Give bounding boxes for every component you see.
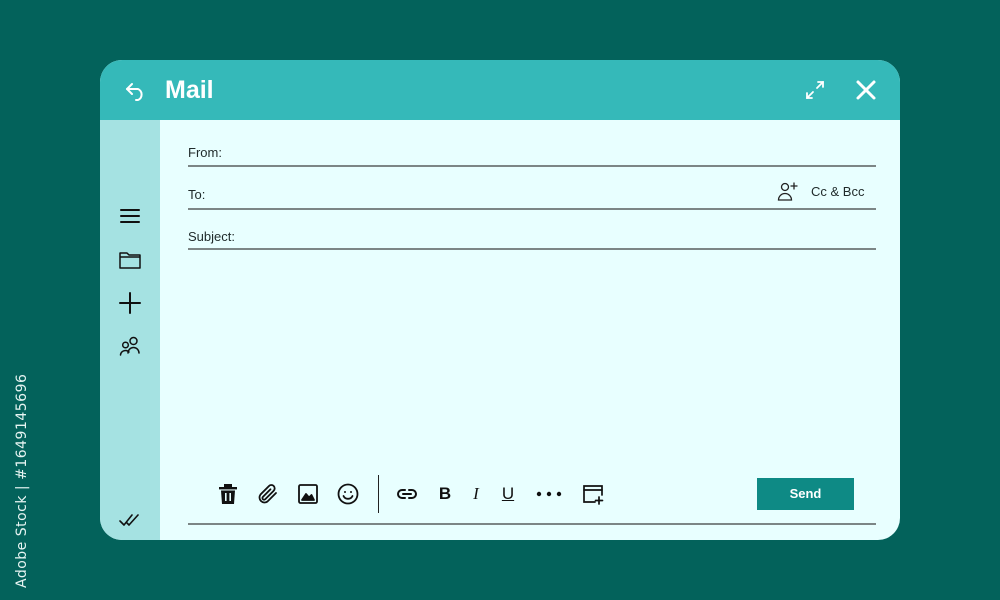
image-icon	[298, 484, 318, 504]
contacts-icon	[119, 336, 140, 356]
compose-panel: From: To: Cc & Bcc Subject: B I U Send	[160, 120, 900, 540]
cc-bcc-button[interactable]: Cc & Bcc	[777, 180, 869, 202]
sidebar-item-folders[interactable]	[118, 248, 142, 272]
attach-button[interactable]	[256, 482, 280, 506]
title-bar: Mail	[100, 60, 900, 120]
schedule-icon	[583, 485, 604, 505]
send-button[interactable]: Send	[757, 478, 854, 510]
to-divider	[188, 208, 876, 210]
back-arrow-icon	[126, 83, 143, 101]
insert-image-button[interactable]	[296, 482, 320, 506]
subject-divider	[188, 248, 876, 250]
body-divider	[188, 523, 876, 525]
plus-icon	[119, 292, 141, 314]
emoji-button[interactable]	[336, 482, 360, 506]
cc-bcc-label: Cc & Bcc	[811, 184, 865, 199]
more-icon	[536, 491, 562, 497]
emoji-icon	[337, 483, 359, 505]
from-field[interactable]	[228, 141, 868, 163]
from-divider	[188, 165, 876, 167]
expand-button[interactable]	[804, 79, 826, 101]
subject-label: Subject:	[188, 229, 235, 244]
to-field[interactable]	[218, 183, 768, 205]
more-options-button[interactable]	[535, 482, 563, 506]
mail-compose-window: Mail From: To: Cc & Bcc Subject: B I U S…	[100, 60, 900, 540]
attachment-icon	[258, 484, 277, 504]
sidebar-item-menu[interactable]	[118, 204, 142, 228]
sidebar-item-contacts[interactable]	[118, 334, 142, 358]
sidebar-item-new[interactable]	[118, 291, 142, 315]
window-title: Mail	[165, 76, 214, 104]
add-contact-icon	[777, 182, 798, 201]
delete-button[interactable]	[216, 482, 240, 506]
schedule-button[interactable]	[581, 482, 605, 506]
italic-button[interactable]: I	[466, 482, 486, 506]
underline-button[interactable]: U	[497, 482, 519, 506]
to-label: To:	[188, 187, 206, 202]
close-icon	[856, 80, 876, 100]
insert-link-button[interactable]	[395, 482, 419, 506]
subject-field[interactable]	[245, 225, 865, 247]
link-icon	[397, 489, 417, 499]
watermark-text: Adobe Stock | #1649145696	[14, 373, 30, 588]
toolbar-divider	[378, 475, 379, 513]
bold-button[interactable]: B	[434, 482, 456, 506]
trash-icon	[219, 484, 237, 504]
from-label: From:	[188, 145, 222, 160]
sidebar-item-done[interactable]	[118, 509, 142, 533]
menu-icon	[120, 209, 140, 223]
back-button[interactable]	[124, 79, 148, 103]
expand-icon	[806, 81, 824, 99]
sidebar	[100, 120, 160, 540]
double-check-icon	[119, 514, 139, 526]
close-button[interactable]	[854, 78, 878, 102]
folder-icon	[119, 252, 141, 269]
